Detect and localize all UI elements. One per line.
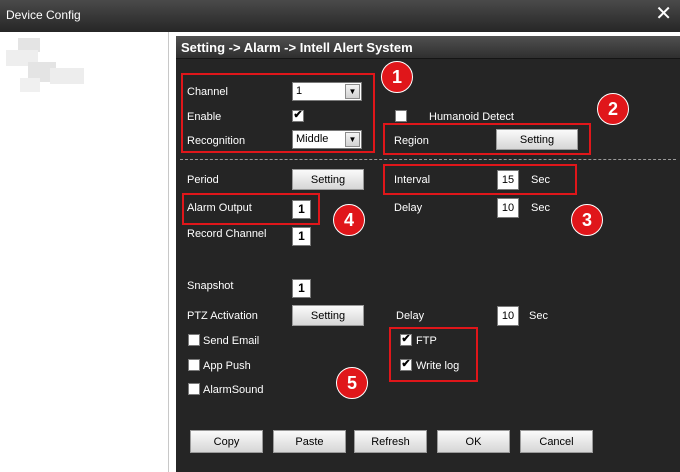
- annotation-badge-1: 1: [381, 61, 413, 93]
- page-header: Setting -> Alarm -> Intell Alert System: [176, 36, 680, 59]
- annotation-badge-4: 4: [333, 204, 365, 236]
- highlight-box-3: [383, 164, 577, 195]
- app-push-checkbox[interactable]: [188, 359, 200, 371]
- app-push-label: App Push: [203, 360, 251, 372]
- paste-button[interactable]: Paste: [273, 430, 346, 453]
- copy-button[interactable]: Copy: [190, 430, 263, 453]
- record-channel-label: Record Channel: [187, 228, 267, 240]
- ptz-delay-input[interactable]: 10: [497, 306, 519, 326]
- cancel-button[interactable]: Cancel: [520, 430, 593, 453]
- ptz-setting-button[interactable]: Setting: [292, 305, 364, 326]
- snapshot-label: Snapshot: [187, 280, 234, 292]
- alarm-sound-label: AlarmSound: [203, 384, 264, 396]
- ptz-delay-label: Delay: [396, 310, 425, 322]
- delay-label: Delay: [394, 202, 423, 214]
- humanoid-detect-checkbox[interactable]: [395, 110, 407, 122]
- humanoid-detect-label: Humanoid Detect: [429, 111, 514, 123]
- delay-unit: Sec: [531, 202, 550, 214]
- highlight-box-5: [389, 327, 478, 382]
- highlight-box-2: [383, 123, 591, 155]
- blurred-sidebar-item: [20, 78, 40, 92]
- highlight-box-1: [181, 73, 375, 153]
- delay-input[interactable]: 10: [497, 198, 519, 218]
- snapshot-box[interactable]: 1: [292, 279, 311, 298]
- annotation-badge-2: 2: [597, 93, 629, 125]
- close-icon[interactable]: ✕: [655, 4, 672, 24]
- window-title: Device Config: [6, 8, 81, 22]
- section-divider: [180, 159, 676, 160]
- ok-button[interactable]: OK: [437, 430, 510, 453]
- period-setting-button[interactable]: Setting: [292, 169, 364, 190]
- alarm-sound-checkbox[interactable]: [188, 383, 200, 395]
- breadcrumb: Setting -> Alarm -> Intell Alert System: [181, 40, 413, 55]
- annotation-badge-3: 3: [571, 204, 603, 236]
- ptz-delay-unit: Sec: [529, 310, 548, 322]
- refresh-button[interactable]: Refresh: [354, 430, 427, 453]
- period-label: Period: [187, 174, 219, 186]
- send-email-label: Send Email: [203, 335, 260, 347]
- window-titlebar: Device Config ✕: [0, 0, 680, 32]
- highlight-box-4: [182, 193, 320, 225]
- sidebar: [0, 32, 169, 472]
- ptz-activation-label: PTZ Activation: [187, 310, 258, 322]
- annotation-badge-5: 5: [336, 367, 368, 399]
- settings-panel: Setting -> Alarm -> Intell Alert System …: [176, 36, 680, 472]
- record-channel-box[interactable]: 1: [292, 227, 311, 246]
- send-email-checkbox[interactable]: [188, 334, 200, 346]
- blurred-sidebar-item: [50, 68, 84, 84]
